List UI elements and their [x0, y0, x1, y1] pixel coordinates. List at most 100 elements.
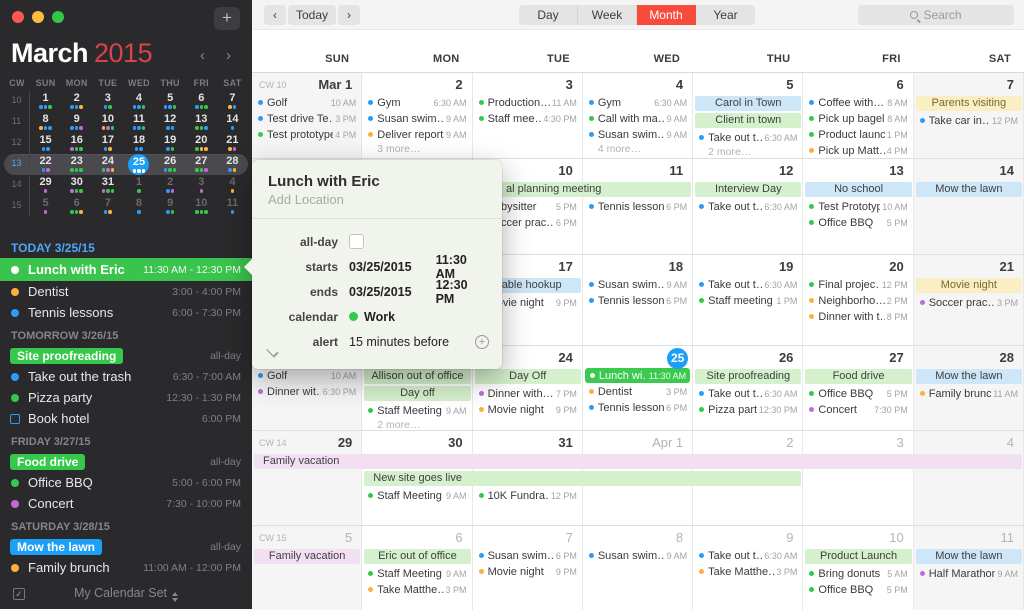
close-window-button[interactable] — [12, 11, 24, 23]
mini-cal-day[interactable]: 17 — [92, 133, 123, 151]
all-day-event-bar[interactable]: Interview Day — [695, 182, 801, 197]
agenda-item[interactable]: Family brunch11:00 AM - 12:00 PM — [0, 557, 252, 578]
all-day-event-bar[interactable]: Eric out of office — [364, 549, 470, 564]
all-day-event-bar[interactable]: Mow the lawn — [916, 182, 1022, 197]
prev-period-button[interactable]: ‹ — [264, 5, 286, 25]
agenda-item[interactable]: Take out the trash6:30 - 7:00 AM — [0, 366, 252, 387]
agenda-item[interactable]: Food driveall-day — [0, 451, 252, 472]
mini-cal-day[interactable]: 3 — [186, 175, 217, 193]
mini-cal-day[interactable]: 29 — [30, 175, 61, 193]
location-field[interactable]: Add Location — [252, 190, 502, 207]
mini-cal-day[interactable]: 5 — [155, 91, 186, 109]
all-day-event-bar[interactable]: Client in town — [695, 113, 801, 128]
alert-field[interactable]: 15 minutes before — [349, 335, 449, 349]
all-day-event-bar[interactable]: Day off — [364, 386, 470, 401]
search-input[interactable]: Search — [858, 5, 1014, 25]
mini-cal-day[interactable]: 21 — [217, 133, 248, 151]
agenda-item[interactable]: Site proofreadingall-day — [0, 345, 252, 366]
mini-cal-day[interactable]: 25 — [123, 154, 154, 175]
mini-cal-day[interactable]: 16 — [61, 133, 92, 151]
all-day-event-bar[interactable]: Carol in Town — [695, 96, 801, 111]
mini-cal-day[interactable]: 26 — [155, 154, 186, 172]
agenda-item[interactable]: Dentist3:00 - 4:00 PM — [0, 281, 252, 302]
agenda-item[interactable]: Concert7:30 - 10:00 PM — [0, 493, 252, 514]
tab-day[interactable]: Day — [519, 5, 578, 25]
agenda-item[interactable]: Lunch with Eric11:30 AM - 12:30 PM — [0, 258, 252, 281]
calendar-set-selector[interactable]: My Calendar Set — [0, 586, 252, 602]
mini-cal-day[interactable]: 30 — [61, 175, 92, 193]
mini-cal-day[interactable]: 10 — [186, 196, 217, 214]
mini-cal-day[interactable]: 3 — [92, 91, 123, 109]
prev-month-icon[interactable]: ‹ — [200, 47, 205, 64]
mini-cal-day[interactable]: 15 — [30, 133, 61, 151]
mini-cal-day[interactable]: 7 — [217, 91, 248, 109]
mini-cal-day[interactable]: 18 — [123, 133, 154, 151]
mini-cal-day[interactable]: 24 — [92, 154, 123, 172]
all-day-event-bar[interactable]: Allison out of office — [364, 369, 470, 384]
mini-cal-day[interactable]: 4 — [123, 91, 154, 109]
mini-cal-day[interactable]: 22 — [30, 154, 61, 172]
all-day-event-bar[interactable]: Family vacation — [254, 549, 360, 564]
calendar-field[interactable]: Work — [364, 310, 395, 324]
mini-cal-day[interactable]: 11 — [123, 112, 154, 130]
all-day-event-bar[interactable]: Product Launch — [805, 549, 911, 564]
agenda-item[interactable]: Pizza party12:30 - 1:30 PM — [0, 387, 252, 408]
agenda-item[interactable]: Tennis lessons6:00 - 7:30 PM — [0, 302, 252, 323]
mini-cal-day[interactable]: 5 — [30, 196, 61, 214]
mini-cal-day[interactable]: 4 — [217, 175, 248, 193]
mini-cal-day[interactable]: 11 — [217, 196, 248, 214]
mini-cal-day[interactable]: 27 — [186, 154, 217, 172]
mini-cal-day[interactable]: 9 — [155, 196, 186, 214]
mini-cal-day[interactable]: 20 — [186, 133, 217, 151]
ends-date-field[interactable]: 03/25/2015 — [349, 285, 412, 299]
mini-cal-day[interactable]: 10 — [92, 112, 123, 130]
mini-cal-day[interactable]: 23 — [61, 154, 92, 172]
mini-cal-day[interactable]: 8 — [30, 112, 61, 130]
all-day-event-bar[interactable]: Mow the lawn — [916, 549, 1022, 564]
starts-time-field[interactable]: 11:30 AM — [436, 253, 488, 281]
mini-cal-day[interactable]: 8 — [123, 196, 154, 214]
mini-cal-day[interactable]: 1 — [123, 175, 154, 193]
mini-cal-day[interactable]: 6 — [61, 196, 92, 214]
all-day-event-bar[interactable]: Movie night — [916, 278, 1022, 293]
allday-checkbox[interactable] — [349, 234, 364, 249]
zoom-window-button[interactable] — [52, 11, 64, 23]
mini-cal-day[interactable]: 13 — [186, 112, 217, 130]
task-checkbox[interactable] — [10, 414, 20, 424]
all-day-event-bar[interactable]: Mow the lawn — [916, 369, 1022, 384]
mini-cal-day[interactable]: 14 — [217, 112, 248, 130]
agenda-item[interactable]: Office BBQ5:00 - 6:00 PM — [0, 472, 252, 493]
tab-month[interactable]: Month — [637, 5, 696, 25]
mini-cal-day[interactable]: 2 — [155, 175, 186, 193]
tab-year[interactable]: Year — [696, 5, 755, 25]
all-day-event-bar[interactable]: Parents visiting — [916, 96, 1022, 111]
agenda-item[interactable]: Mow the lawnall-day — [0, 536, 252, 557]
all-day-event-bar[interactable]: Site proofreading — [695, 369, 801, 384]
tab-week[interactable]: Week — [578, 5, 637, 25]
calendar-set-footer[interactable]: ✓ My Calendar Set — [0, 579, 252, 609]
all-day-event-bar[interactable]: No school — [805, 182, 911, 197]
new-event-button[interactable]: + — [214, 7, 240, 30]
mini-cal-day[interactable]: 6 — [186, 91, 217, 109]
reminders-checkbox-icon[interactable]: ✓ — [13, 588, 25, 600]
minimize-window-button[interactable] — [32, 11, 44, 23]
mini-cal-day[interactable]: 7 — [92, 196, 123, 214]
all-day-event-bar[interactable]: Food drive — [805, 369, 911, 384]
today-button[interactable]: Today — [288, 5, 336, 25]
mini-cal-day[interactable]: 19 — [155, 133, 186, 151]
mini-cal-day[interactable]: 1 — [30, 91, 61, 109]
all-day-event-bar[interactable]: Family vacation — [254, 454, 1022, 469]
ends-time-field[interactable]: 12:30 PM — [436, 278, 488, 306]
mini-cal-day[interactable]: 9 — [61, 112, 92, 130]
all-day-event-bar[interactable]: Day Off — [475, 369, 581, 384]
mini-cal-day[interactable]: 2 — [61, 91, 92, 109]
mini-cal-day[interactable]: 12 — [155, 112, 186, 130]
mini-cal-day[interactable]: 28 — [217, 154, 248, 172]
agenda-item[interactable]: Book hotel6:00 PM — [0, 408, 252, 429]
next-month-icon[interactable]: › — [226, 47, 231, 64]
mini-cal-day[interactable]: 31 — [92, 175, 123, 193]
all-day-event-bar[interactable]: New site goes live — [364, 471, 801, 486]
next-period-button[interactable]: › — [338, 5, 360, 25]
add-alert-icon[interactable]: + — [475, 335, 489, 349]
starts-date-field[interactable]: 03/25/2015 — [349, 260, 412, 274]
